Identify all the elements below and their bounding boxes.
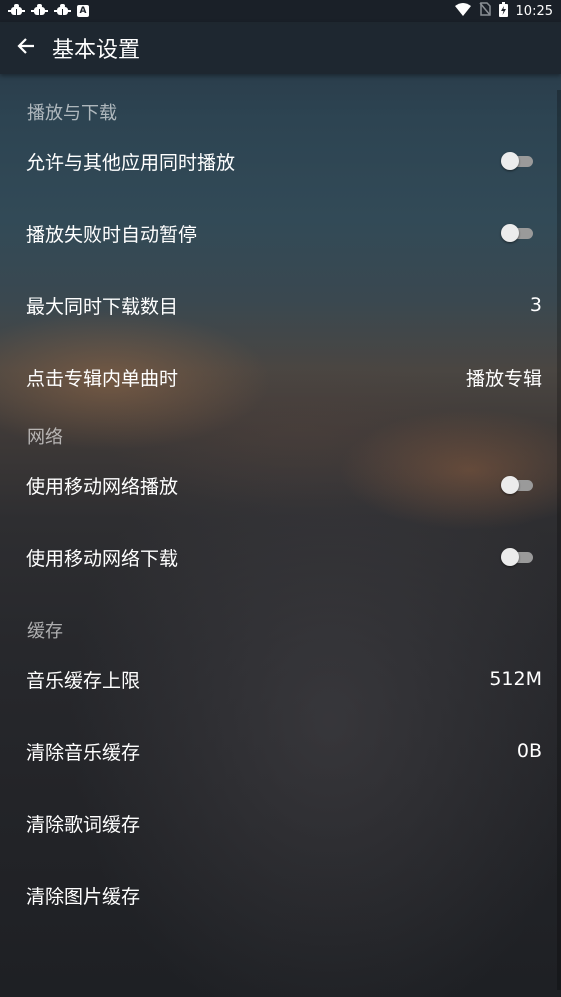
- setting-label: 清除歌词缓存: [26, 813, 141, 836]
- switch-thumb: [501, 224, 519, 242]
- section-header-network: 网络: [27, 427, 63, 448]
- setting-value: 0B: [516, 740, 542, 762]
- setting-max-concurrent-downloads[interactable]: 最大同时下载数目 3: [0, 269, 561, 341]
- setting-album-track-click[interactable]: 点击专辑内单曲时 播放专辑: [0, 341, 561, 413]
- setting-pause-on-failure[interactable]: 播放失败时自动暂停: [0, 197, 561, 269]
- settings-list[interactable]: 播放与下载 允许与其他应用同时播放 播放失败时自动暂停 最大同时下载数目 3 点…: [0, 74, 561, 931]
- setting-allow-concurrent-playback[interactable]: 允许与其他应用同时播放: [0, 125, 561, 197]
- wifi-icon: [454, 2, 471, 20]
- back-button[interactable]: [0, 22, 52, 74]
- setting-label: 点击专辑内单曲时: [26, 367, 179, 390]
- setting-label: 允许与其他应用同时播放: [26, 151, 236, 174]
- setting-music-cache-limit[interactable]: 音乐缓存上限 512M: [0, 643, 561, 715]
- setting-clear-music-cache[interactable]: 清除音乐缓存 0B: [0, 715, 561, 787]
- app-bar: 基本设置: [0, 22, 561, 74]
- setting-label: 使用移动网络播放: [26, 475, 179, 498]
- status-time: 10:25: [515, 3, 553, 19]
- status-bar: A 10:25: [0, 0, 561, 22]
- bug-icon: [31, 4, 48, 18]
- toggle-switch[interactable]: [501, 548, 533, 566]
- setting-label: 播放失败时自动暂停: [26, 223, 198, 246]
- setting-mobile-network-playback[interactable]: 使用移动网络播放: [0, 449, 561, 521]
- setting-mobile-network-download[interactable]: 使用移动网络下载: [0, 521, 561, 593]
- switch-thumb: [501, 152, 519, 170]
- setting-value: 512M: [489, 668, 542, 690]
- toggle-switch[interactable]: [501, 152, 533, 170]
- section-header-cache: 缓存: [27, 621, 63, 642]
- setting-label: 使用移动网络下载: [26, 547, 179, 570]
- section-header-playback: 播放与下载: [27, 103, 117, 124]
- toggle-switch[interactable]: [501, 476, 533, 494]
- bug-icon: [8, 4, 25, 18]
- no-sim-icon: [478, 2, 491, 20]
- notification-icons: A: [0, 4, 89, 18]
- bug-icon: [54, 4, 71, 18]
- setting-label: 最大同时下载数目: [26, 295, 179, 318]
- battery-charging-icon: [498, 1, 508, 21]
- toggle-switch[interactable]: [501, 224, 533, 242]
- setting-label: 清除音乐缓存: [26, 741, 141, 764]
- arrow-left-icon: [17, 37, 35, 59]
- setting-label: 清除图片缓存: [26, 885, 141, 908]
- setting-label: 音乐缓存上限: [26, 669, 141, 692]
- setting-clear-lyrics-cache[interactable]: 清除歌词缓存: [0, 787, 561, 859]
- setting-clear-image-cache[interactable]: 清除图片缓存: [0, 859, 561, 931]
- page-title: 基本设置: [52, 38, 141, 63]
- setting-value: 播放专辑: [465, 367, 542, 390]
- a-icon: A: [77, 5, 89, 17]
- switch-thumb: [501, 476, 519, 494]
- system-status-icons: 10:25: [454, 1, 561, 21]
- setting-value: 3: [529, 294, 542, 316]
- switch-thumb: [501, 548, 519, 566]
